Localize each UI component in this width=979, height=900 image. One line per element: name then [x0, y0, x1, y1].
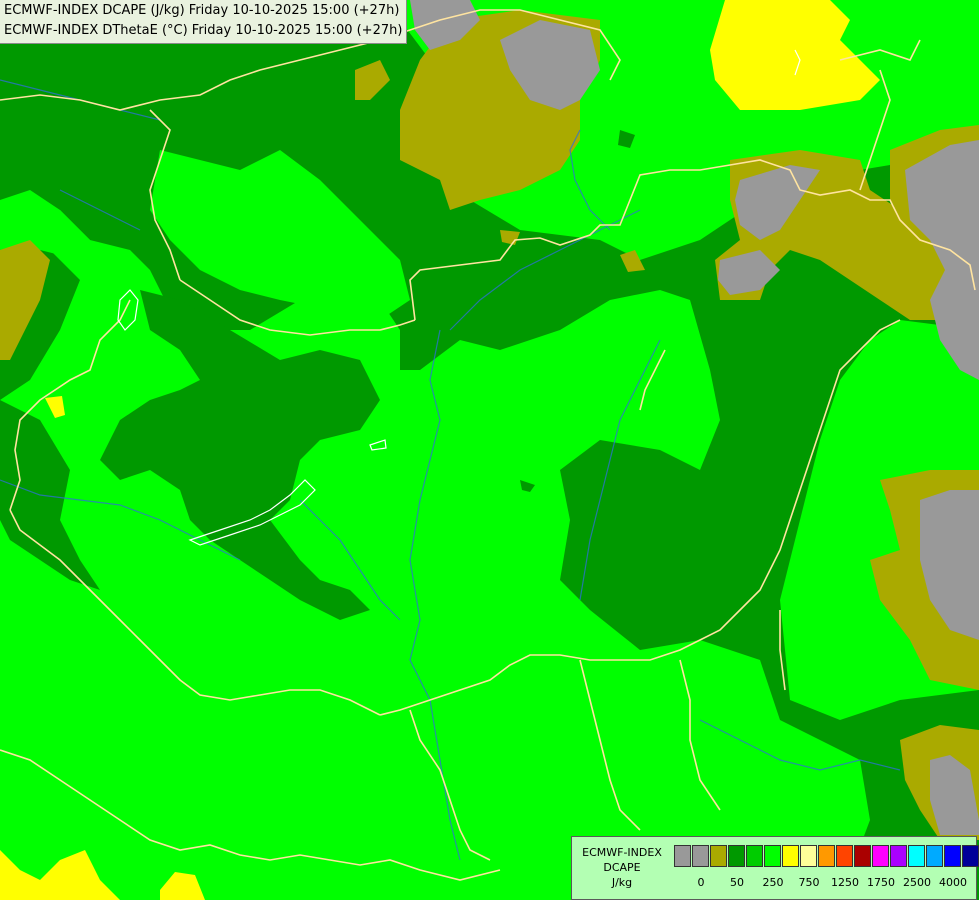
legend-swatch: [746, 845, 763, 867]
header-line-dthetae: ECMWF-INDEX DThetaE (°C) Friday 10-10-20…: [4, 23, 403, 38]
legend-swatch: [872, 845, 889, 867]
color-legend: ECMWF-INDEX DCAPE J/kg 0 50 250 750 1250 1750…: [571, 836, 979, 900]
legend-tick-label: 1250: [831, 876, 859, 889]
legend-unit: J/kg: [611, 876, 633, 889]
legend-tick-label: 1750: [867, 876, 895, 889]
legend-swatch: [782, 845, 799, 867]
legend-swatch: [926, 845, 943, 867]
legend-swatch: [674, 845, 691, 867]
legend-tick-label: 250: [762, 876, 784, 889]
legend-parameter: DCAPE: [603, 861, 641, 874]
legend-color-bar: [674, 845, 979, 867]
header-line-dcape: ECMWF-INDEX DCAPE (J/kg) Friday 10-10-20…: [4, 3, 400, 18]
legend-swatch: [692, 845, 709, 867]
legend-swatch: [944, 845, 961, 867]
legend-tick-label: 50: [730, 876, 744, 889]
weather-map: [0, 0, 979, 900]
legend-swatch: [836, 845, 853, 867]
legend-swatch: [854, 845, 871, 867]
map-header: ECMWF-INDEX DCAPE (J/kg) Friday 10-10-20…: [0, 0, 408, 44]
legend-swatch: [890, 845, 907, 867]
legend-tick-label: 750: [798, 876, 820, 889]
legend-swatch: [728, 845, 745, 867]
legend-swatch: [908, 845, 925, 867]
legend-model: ECMWF-INDEX: [582, 846, 662, 859]
legend-swatch: [764, 845, 781, 867]
legend-swatch: [818, 845, 835, 867]
legend-swatch: [800, 845, 817, 867]
legend-tick-label: 2500: [903, 876, 931, 889]
legend-title: ECMWF-INDEX DCAPE J/kg: [574, 845, 670, 890]
legend-tick-label: 4000: [939, 876, 967, 889]
legend-swatch: [710, 845, 727, 867]
legend-tick-label: 0: [697, 876, 705, 889]
legend-swatch: [962, 845, 979, 867]
